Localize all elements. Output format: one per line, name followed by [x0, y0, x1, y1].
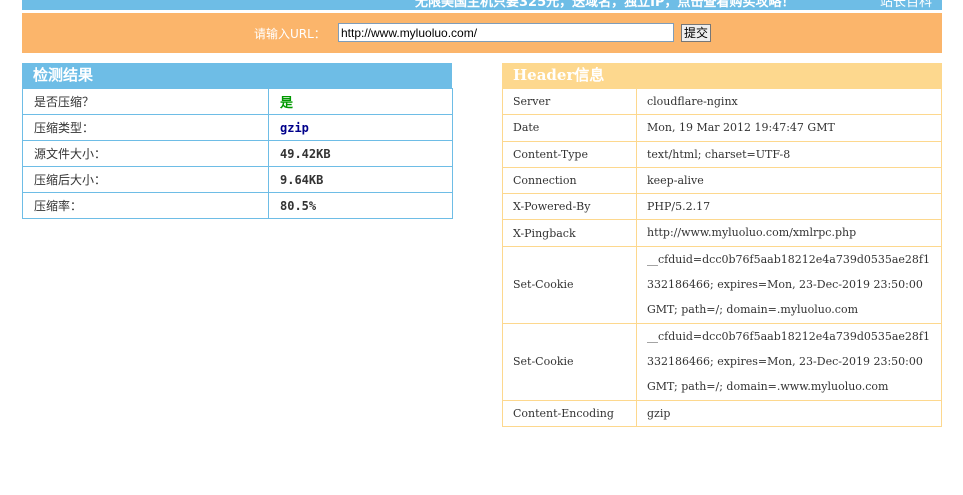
header-key: Set-Cookie — [502, 245, 637, 324]
compression-type-label: 压缩类型： — [22, 114, 269, 141]
header-key: Date — [502, 114, 637, 142]
header-key: Content-Encoding — [502, 399, 637, 427]
table-row: Content-Type text/html; charset=UTF-8 — [502, 140, 942, 168]
header-table: Server cloudflare-nginx Date Mon, 19 Mar… — [502, 87, 942, 427]
header-panel: Header信息 Server cloudflare-nginx Date Mo… — [502, 63, 942, 427]
header-key: Content-Type — [502, 140, 637, 168]
header-value: __cfduid=dcc0b76f5aab18212e4a739d0535ae2… — [636, 245, 942, 324]
table-row: 压缩率： 80.5% — [22, 192, 453, 219]
header-key: Connection — [502, 166, 637, 195]
submit-button[interactable]: 提交 — [681, 24, 712, 42]
table-row: 压缩类型： gzip — [22, 114, 453, 141]
original-size-label: 源文件大小： — [22, 140, 269, 167]
header-key: Server — [502, 87, 637, 116]
table-row: X-Pingback http://www.myluoluo.com/xmlrp… — [502, 219, 942, 247]
compressed-size-value: 9.64KB — [268, 166, 453, 193]
header-panel-title: Header信息 — [502, 63, 942, 88]
header-key: X-Pingback — [502, 219, 637, 247]
url-label: 请输入URL： — [254, 27, 326, 41]
compressed-size-label: 压缩后大小： — [22, 166, 269, 193]
header-value: http://www.myluoluo.com/xmlrpc.php — [636, 219, 942, 247]
header-value: keep-alive — [636, 166, 942, 195]
original-size-value: 49.42KB — [268, 140, 453, 167]
table-row: X-Powered-By PHP/5.2.17 — [502, 193, 942, 221]
header-value: PHP/5.2.17 — [636, 193, 942, 221]
top-banner: 无限美国主机只要325元，送域名，独立IP，点击查看购买攻略！ 站长百科 — [22, 0, 942, 10]
header-value: cloudflare-nginx — [636, 87, 942, 116]
compression-ratio-label: 压缩率： — [22, 192, 269, 219]
header-value: gzip — [636, 399, 942, 427]
result-table: 是否压缩？ 是 压缩类型： gzip 源文件大小： 49.42KB 压缩后大小：… — [22, 88, 453, 219]
compression-type-value: gzip — [268, 114, 453, 141]
url-input[interactable] — [338, 23, 674, 42]
header-key: Set-Cookie — [502, 322, 637, 401]
url-form: 请输入URL： 提交 — [22, 13, 942, 53]
table-row: Server cloudflare-nginx — [502, 87, 942, 116]
table-row: Date Mon, 19 Mar 2012 19:47:47 GMT — [502, 114, 942, 142]
compression-ratio-value: 80.5% — [268, 192, 453, 219]
table-row: 源文件大小： 49.42KB — [22, 140, 453, 167]
result-panel: 检测结果 是否压缩？ 是 压缩类型： gzip 源文件大小： 49.42KB 压… — [22, 63, 453, 219]
compressed-value: 是 — [268, 88, 453, 115]
table-row: 是否压缩？ 是 — [22, 88, 453, 115]
header-value: __cfduid=dcc0b76f5aab18212e4a739d0535ae2… — [636, 322, 942, 401]
header-key: X-Powered-By — [502, 193, 637, 221]
promo-link[interactable]: 无限美国主机只要325元，送域名，独立IP，点击查看购买攻略！ — [415, 0, 795, 10]
table-row: Set-Cookie __cfduid=dcc0b76f5aab18212e4a… — [502, 245, 942, 324]
header-value: Mon, 19 Mar 2012 19:47:47 GMT — [636, 114, 942, 142]
table-row: Content-Encoding gzip — [502, 399, 942, 427]
table-row: Connection keep-alive — [502, 166, 942, 195]
table-row: Set-Cookie __cfduid=dcc0b76f5aab18212e4a… — [502, 322, 942, 401]
compressed-label: 是否压缩？ — [22, 88, 269, 115]
result-panel-title: 检测结果 — [22, 63, 452, 88]
header-value: text/html; charset=UTF-8 — [636, 140, 942, 168]
site-wiki-link[interactable]: 站长百科 — [880, 0, 932, 10]
table-row: 压缩后大小： 9.64KB — [22, 166, 453, 193]
